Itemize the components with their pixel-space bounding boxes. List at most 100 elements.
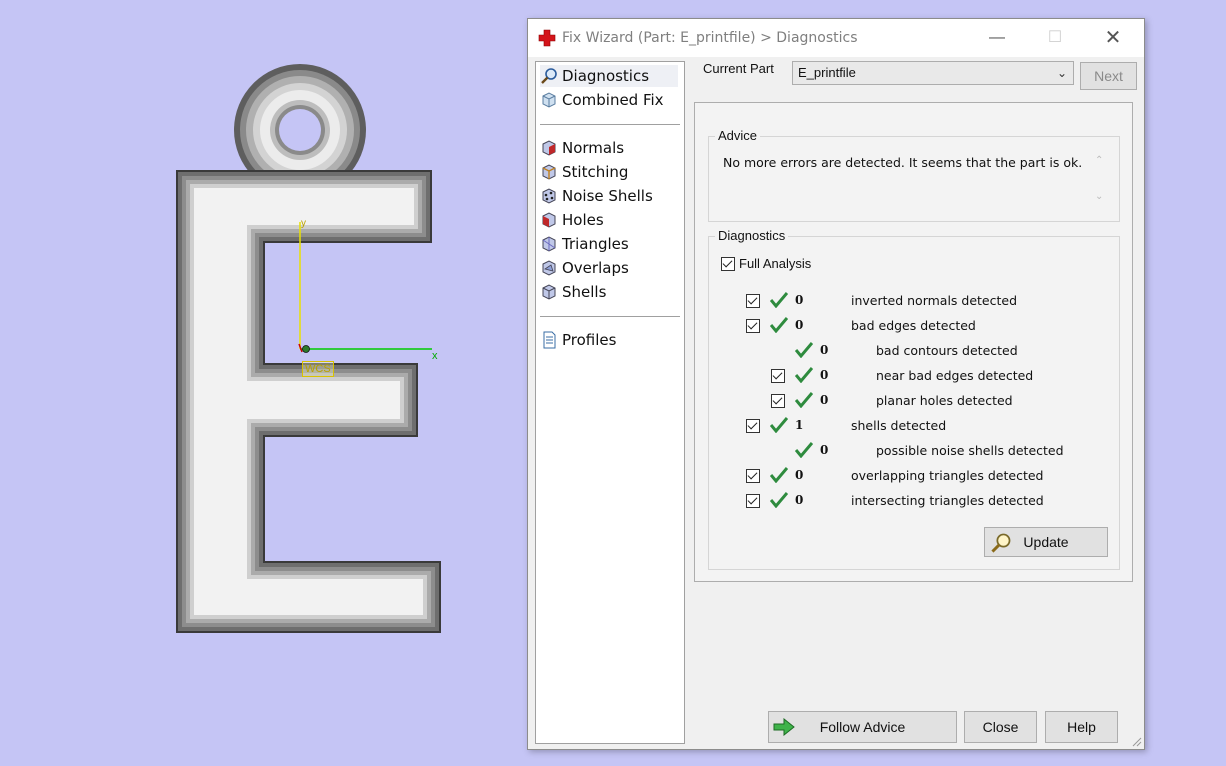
close-button[interactable]: Close bbox=[964, 711, 1037, 743]
tree-item-noise-shells[interactable]: Noise Shells bbox=[540, 185, 653, 207]
tree-item-triangles[interactable]: Triangles bbox=[540, 233, 629, 255]
row-checkbox[interactable] bbox=[746, 419, 760, 433]
row-label: possible noise shells detected bbox=[876, 443, 1064, 458]
main-panel: Advice No more errors are detected. It s… bbox=[694, 102, 1133, 582]
normals-icon bbox=[542, 140, 556, 156]
current-part-select[interactable]: E_printfile ⌄ bbox=[792, 61, 1074, 85]
tree-item-stitching[interactable]: Stitching bbox=[540, 161, 628, 183]
tree-item-overlaps[interactable]: Overlaps bbox=[540, 257, 629, 279]
green-check-icon bbox=[770, 317, 788, 333]
tree-item-label: Diagnostics bbox=[562, 67, 650, 85]
tree-item-normals[interactable]: Normals bbox=[540, 137, 624, 159]
diagnostics-group: Diagnostics Full Analysis 0 inverted nor… bbox=[708, 228, 1120, 570]
stitching-icon bbox=[542, 164, 556, 180]
row-label: bad contours detected bbox=[876, 343, 1018, 358]
update-button[interactable]: Update bbox=[984, 527, 1108, 557]
resize-grip-icon[interactable] bbox=[1130, 735, 1142, 747]
current-part-value: E_printfile bbox=[798, 65, 856, 80]
maximize-button[interactable]: ☐ bbox=[1038, 25, 1072, 51]
tree-item-profiles[interactable]: Profiles bbox=[540, 329, 616, 351]
next-button[interactable]: Next bbox=[1080, 62, 1137, 90]
tree-separator bbox=[540, 316, 680, 317]
fix-wizard-dialog: Fix Wizard (Part: E_printfile) > Diagnos… bbox=[527, 18, 1145, 750]
tree-item-label: Profiles bbox=[562, 331, 617, 349]
wcs-label: WCS bbox=[302, 361, 334, 377]
cube-icon bbox=[542, 92, 556, 108]
row-checkbox[interactable] bbox=[746, 494, 760, 508]
follow-advice-label: Follow Advice bbox=[819, 719, 906, 735]
green-check-icon bbox=[795, 392, 813, 408]
help-button[interactable]: Help bbox=[1045, 711, 1118, 743]
fix-tree-panel: Diagnostics Combined Fix Normals Stitchi… bbox=[535, 61, 685, 744]
tree-item-shells[interactable]: Shells bbox=[540, 281, 606, 303]
magnifier-icon bbox=[991, 533, 1011, 553]
row-checkbox[interactable] bbox=[771, 394, 785, 408]
tree-item-label: Holes bbox=[562, 211, 604, 229]
scroll-down-icon[interactable]: ⌄ bbox=[1095, 191, 1103, 202]
green-check-icon bbox=[795, 367, 813, 383]
row-count: 0 bbox=[795, 293, 804, 307]
tree-separator bbox=[540, 124, 680, 125]
close-window-button[interactable]: ✕ bbox=[1096, 25, 1130, 51]
diagnostics-title: Diagnostics bbox=[715, 228, 789, 243]
scroll-up-icon[interactable]: ⌃ bbox=[1095, 155, 1103, 166]
row-count: 0 bbox=[795, 468, 804, 482]
tree-item-label: Overlaps bbox=[562, 259, 629, 277]
shells-icon bbox=[542, 284, 556, 300]
row-label: shells detected bbox=[851, 418, 947, 433]
part-model bbox=[176, 64, 441, 633]
row-label: overlapping triangles detected bbox=[851, 468, 1044, 483]
origin-marker bbox=[302, 345, 310, 353]
green-check-icon bbox=[770, 492, 788, 508]
letter-e-shape bbox=[176, 170, 441, 633]
row-count: 0 bbox=[820, 368, 829, 382]
green-check-icon bbox=[770, 467, 788, 483]
tree-item-diagnostics[interactable]: Diagnostics bbox=[540, 65, 678, 87]
row-count: 0 bbox=[795, 493, 804, 507]
row-label: inverted normals detected bbox=[851, 293, 1018, 308]
holes-icon bbox=[542, 212, 556, 228]
row-label: intersecting triangles detected bbox=[851, 493, 1044, 508]
tree-item-label: Stitching bbox=[562, 163, 629, 181]
tree-item-combined-fix[interactable]: Combined Fix bbox=[540, 89, 664, 111]
row-label: bad edges detected bbox=[851, 318, 976, 333]
document-icon bbox=[543, 331, 556, 349]
chevron-down-icon: ⌄ bbox=[1056, 66, 1067, 80]
tree-item-label: Noise Shells bbox=[562, 187, 653, 205]
tree-item-label: Triangles bbox=[562, 235, 629, 253]
red-cross-icon bbox=[538, 29, 556, 47]
overlaps-icon bbox=[542, 260, 556, 276]
row-label: planar holes detected bbox=[876, 393, 1013, 408]
row-checkbox[interactable] bbox=[746, 469, 760, 483]
3d-viewport[interactable]: y x WCS bbox=[0, 0, 525, 766]
advice-text: No more errors are detected. It seems th… bbox=[723, 155, 1083, 170]
green-arrow-icon bbox=[773, 718, 795, 736]
triangles-icon bbox=[542, 236, 556, 252]
full-analysis-checkbox[interactable] bbox=[721, 257, 735, 271]
noise-shells-icon bbox=[542, 188, 556, 204]
row-label: near bad edges detected bbox=[876, 368, 1034, 383]
green-check-icon bbox=[795, 342, 813, 358]
magnifier-icon bbox=[541, 68, 557, 84]
row-count: 0 bbox=[820, 393, 829, 407]
row-checkbox[interactable] bbox=[771, 369, 785, 383]
green-check-icon bbox=[795, 442, 813, 458]
x-axis-label: x bbox=[432, 350, 438, 362]
tree-item-holes[interactable]: Holes bbox=[540, 209, 604, 231]
tree-item-label: Shells bbox=[562, 283, 607, 301]
window-title: Fix Wizard (Part: E_printfile) > Diagnos… bbox=[562, 30, 858, 46]
row-count: 0 bbox=[820, 343, 829, 357]
title-bar[interactable]: Fix Wizard (Part: E_printfile) > Diagnos… bbox=[528, 19, 1144, 57]
follow-advice-button[interactable]: Follow Advice bbox=[768, 711, 957, 743]
green-check-icon bbox=[770, 292, 788, 308]
row-count: 1 bbox=[795, 418, 804, 432]
minimize-button[interactable]: — bbox=[980, 25, 1014, 51]
row-checkbox[interactable] bbox=[746, 319, 760, 333]
advice-title: Advice bbox=[715, 128, 761, 143]
y-axis-label: y bbox=[301, 218, 306, 229]
update-label: Update bbox=[1023, 534, 1069, 550]
tree-item-label: Combined Fix bbox=[562, 91, 664, 109]
row-checkbox[interactable] bbox=[746, 294, 760, 308]
full-analysis-label: Full Analysis bbox=[739, 256, 812, 271]
row-count: 0 bbox=[820, 443, 829, 457]
